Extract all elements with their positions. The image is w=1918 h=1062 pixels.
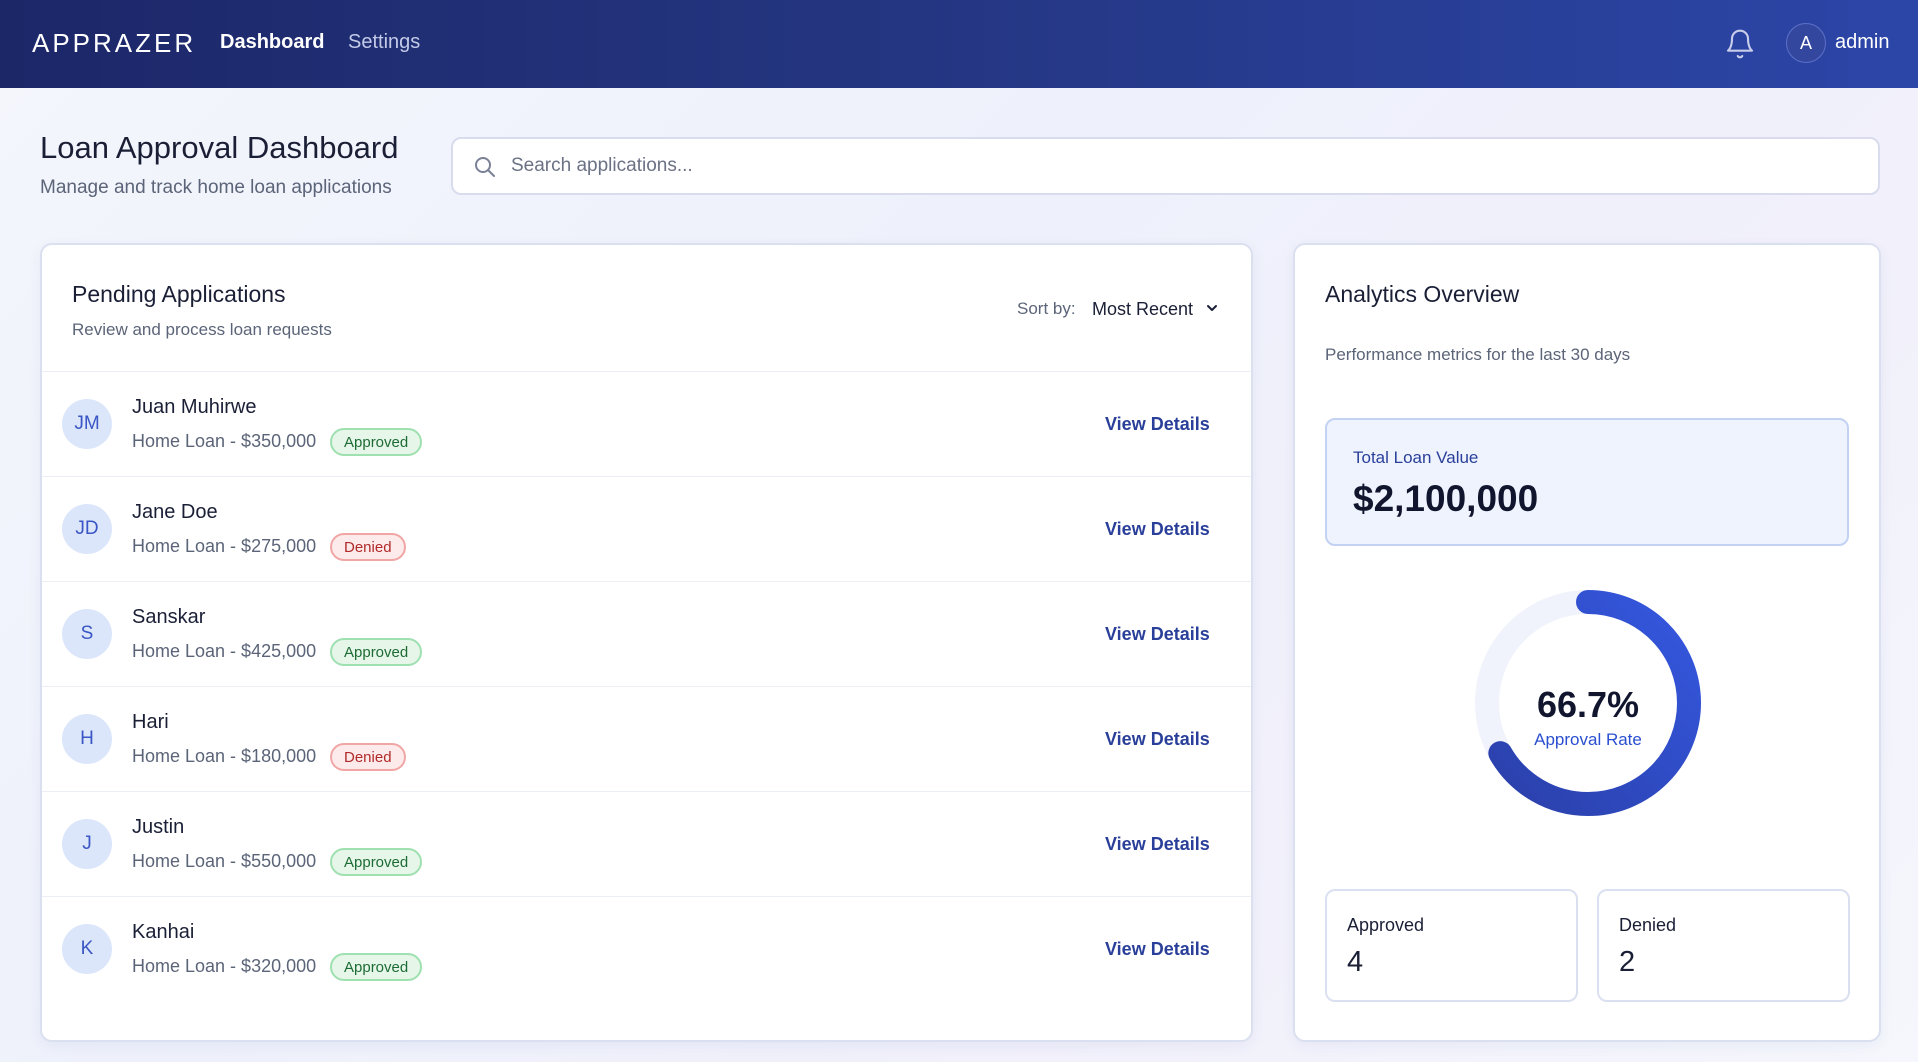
- approved-stat-box: Approved 4: [1325, 889, 1578, 1002]
- page-title: Loan Approval Dashboard: [40, 130, 399, 165]
- user-avatar[interactable]: A: [1786, 23, 1826, 63]
- loan-amount: Home Loan - $275,000: [132, 536, 317, 556]
- page-subtitle: Manage and track home loan applications: [40, 177, 392, 198]
- user-name[interactable]: admin: [1835, 31, 1889, 54]
- total-loan-label: Total Loan Value: [1353, 448, 1479, 467]
- pending-applications-card: Pending Applications Review and process …: [40, 243, 1253, 1042]
- denied-stat-box: Denied 2: [1597, 889, 1850, 1002]
- approved-label: Approved: [1347, 915, 1425, 935]
- status-badge: Approved: [330, 428, 423, 456]
- applicant-avatar: JM: [62, 399, 112, 449]
- search-bar: [451, 137, 1880, 195]
- status-badge: Denied: [330, 533, 406, 561]
- applicant-name: Sanskar: [132, 606, 206, 628]
- nav-link-dashboard[interactable]: Dashboard: [220, 31, 324, 54]
- analytics-card: Analytics Overview Performance metrics f…: [1293, 243, 1881, 1042]
- status-badge: Approved: [330, 638, 423, 666]
- loan-amount: Home Loan - $425,000: [132, 641, 317, 661]
- sort-dropdown[interactable]: Most Recent: [1092, 299, 1193, 320]
- top-navbar: APPRAZER Dashboard Settings A admin: [0, 0, 1918, 88]
- view-details-link[interactable]: View Details: [1105, 729, 1210, 750]
- application-row: JM Juan Muhirwe Home Loan - $350,000 Approv…: [42, 371, 1251, 476]
- analytics-subtitle: Performance metrics for the last 30 days: [1325, 345, 1631, 364]
- applicant-name: Hari: [132, 711, 169, 733]
- application-row: S Sanskar Home Loan - $425,000 Approved View…: [42, 581, 1251, 686]
- approval-rate-value: 66.7%: [1536, 684, 1640, 725]
- status-badge: Approved: [330, 848, 423, 876]
- analytics-title: Analytics Overview: [1325, 281, 1520, 307]
- applicant-avatar: K: [62, 924, 112, 974]
- pending-title: Pending Applications: [72, 281, 286, 307]
- application-row: JD Jane Doe Home Loan - $275,000 Denied View…: [42, 476, 1251, 581]
- applicant-name: Jane Doe: [132, 501, 218, 523]
- nav-link-settings[interactable]: Settings: [348, 31, 420, 54]
- applicant-name: Kanhai: [132, 921, 195, 943]
- sort-label: Sort by:: [1017, 299, 1076, 318]
- applicant-avatar: H: [62, 714, 112, 764]
- view-details-link[interactable]: View Details: [1105, 624, 1210, 645]
- pending-subtitle: Review and process loan requests: [72, 320, 332, 339]
- chevron-down-icon[interactable]: [1204, 300, 1220, 316]
- application-row: K Kanhai Home Loan - $320,000 Approved View …: [42, 896, 1251, 1001]
- denied-count: 2: [1619, 946, 1636, 978]
- application-row: J Justin Home Loan - $550,000 Approved View …: [42, 791, 1251, 896]
- search-input[interactable]: [511, 139, 1851, 193]
- view-details-link[interactable]: View Details: [1105, 939, 1210, 960]
- total-loan-value: $2,100,000: [1353, 478, 1539, 519]
- view-details-link[interactable]: View Details: [1105, 414, 1210, 435]
- bell-icon[interactable]: [1724, 28, 1756, 60]
- approval-rate-label: Approval Rate: [1534, 730, 1642, 749]
- status-badge: Approved: [330, 953, 423, 981]
- search-icon: [475, 157, 495, 177]
- applicant-avatar: J: [62, 819, 112, 869]
- app-logo[interactable]: APPRAZER: [32, 28, 196, 59]
- status-badge: Denied: [330, 743, 406, 771]
- loan-amount: Home Loan - $350,000: [132, 431, 317, 451]
- application-row: H Hari Home Loan - $180,000 Denied View Deta…: [42, 686, 1251, 791]
- loan-amount: Home Loan - $180,000: [132, 746, 317, 766]
- view-details-link[interactable]: View Details: [1105, 519, 1210, 540]
- loan-amount: Home Loan - $320,000: [132, 956, 317, 976]
- applications-list: JM Juan Muhirwe Home Loan - $350,000 Approv…: [42, 371, 1251, 1001]
- total-loan-value-box: Total Loan Value $2,100,000: [1325, 418, 1849, 546]
- applicant-name: Juan Muhirwe: [132, 396, 257, 418]
- applicant-avatar: JD: [62, 504, 112, 554]
- view-details-link[interactable]: View Details: [1105, 834, 1210, 855]
- denied-label: Denied: [1619, 915, 1677, 935]
- applicant-name: Justin: [132, 816, 185, 838]
- loan-amount: Home Loan - $550,000: [132, 851, 317, 871]
- approved-count: 4: [1347, 946, 1364, 978]
- applicant-avatar: S: [62, 609, 112, 659]
